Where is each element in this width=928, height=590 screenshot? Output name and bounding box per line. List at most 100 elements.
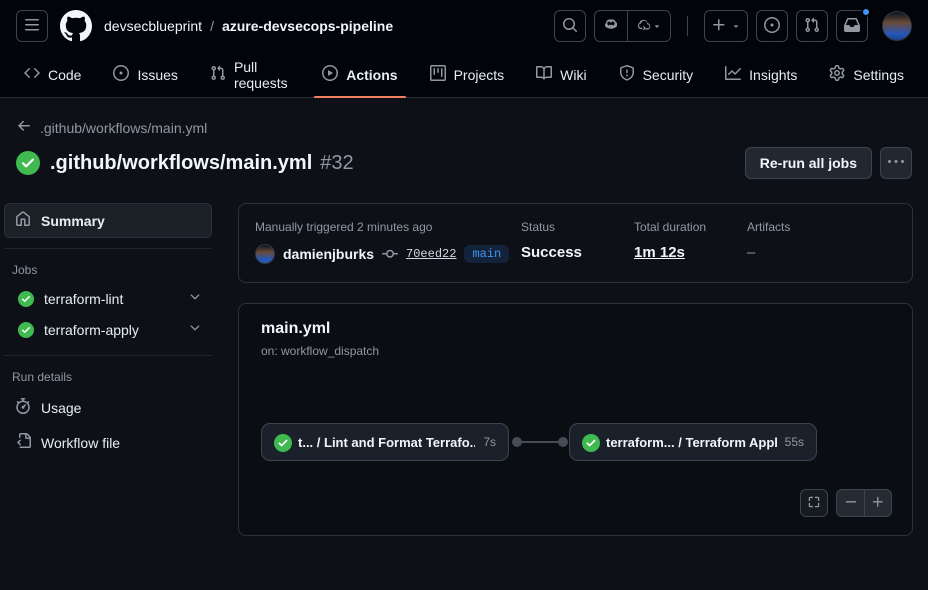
duration-value[interactable]: 1m 12s [634, 244, 747, 261]
inbox-icon [844, 17, 860, 36]
fit-view-button[interactable] [800, 489, 828, 517]
breadcrumb-owner[interactable]: devsecblueprint [104, 18, 202, 34]
copilot-chat-button[interactable] [627, 11, 670, 41]
sidebar-summary-label: Summary [41, 213, 105, 229]
commit-sha-link[interactable]: 70eed22 [406, 247, 456, 261]
tab-actions[interactable]: Actions [314, 52, 405, 97]
repo-nav-tabs: Code Issues Pull requests Actions Projec… [0, 52, 928, 98]
top-bar: devsecblueprint / azure-devsecops-pipeli… [0, 0, 928, 52]
run-sidebar: Summary Jobs terraform-lint terraform-ap… [4, 203, 212, 536]
connector-dot [558, 437, 568, 447]
workflow-file-label: Workflow file [41, 435, 120, 451]
plus-icon [711, 17, 727, 36]
tab-wiki[interactable]: Wiki [528, 52, 594, 97]
tab-label: Issues [137, 67, 177, 83]
git-pull-request-icon [210, 65, 226, 84]
sidebar-job-terraform-lint[interactable]: terraform-lint [4, 283, 212, 314]
issue-opened-icon [764, 17, 780, 36]
copilot-split-button [594, 10, 671, 42]
tab-label: Pull requests [234, 59, 290, 91]
kebab-horizontal-icon [888, 154, 904, 173]
graph-node-terraform-apply[interactable]: terraform... / Terraform Apply 55s [569, 423, 817, 461]
check-circle-icon [582, 434, 598, 450]
screen-full-icon [807, 495, 821, 512]
tab-label: Projects [454, 67, 505, 83]
sidebar-divider [4, 248, 212, 249]
tab-code[interactable]: Code [16, 52, 89, 97]
author-avatar[interactable] [255, 244, 275, 264]
github-logo-icon[interactable] [60, 10, 92, 42]
tab-label: Security [643, 67, 694, 83]
trigger-text: Manually triggered 2 minutes ago [255, 220, 521, 234]
artifacts-label: Artifacts [747, 220, 860, 234]
artifacts-value: – [747, 244, 860, 261]
notification-dot [861, 7, 871, 17]
tab-label: Actions [346, 67, 397, 83]
shield-icon [619, 65, 635, 84]
copilot-button[interactable] [595, 11, 627, 41]
notifications-inbox-button[interactable] [836, 10, 868, 42]
jobs-heading: Jobs [4, 255, 212, 283]
copilot-cloud-icon [636, 17, 652, 36]
breadcrumb-separator: / [210, 18, 214, 34]
book-icon [536, 65, 552, 84]
usage-label: Usage [41, 400, 81, 416]
more-options-button[interactable] [880, 147, 912, 179]
arrow-left-icon [16, 118, 32, 137]
check-circle-icon [274, 434, 290, 450]
sidebar-item-summary[interactable]: Summary [4, 203, 212, 238]
create-new-button[interactable] [704, 10, 748, 42]
issues-dashboard-button[interactable] [756, 10, 788, 42]
tab-settings[interactable]: Settings [821, 52, 912, 97]
graph-node-terraform-lint[interactable]: t... / Lint and Format Terrafo... 7s [261, 423, 509, 461]
project-icon [430, 65, 446, 84]
pull-requests-dashboard-button[interactable] [796, 10, 828, 42]
node-duration: 55s [785, 435, 804, 449]
workflow-file-title: main.yml [261, 320, 896, 338]
node-label: terraform... / Terraform Apply [606, 435, 777, 450]
tab-label: Wiki [560, 67, 586, 83]
sidebar-item-usage[interactable]: Usage [4, 390, 212, 425]
zoom-in-button[interactable] [864, 489, 892, 517]
sidebar-item-workflow-file[interactable]: Workflow file [4, 425, 212, 460]
status-value: Success [521, 244, 634, 261]
page-title: .github/workflows/main.yml [50, 152, 312, 175]
status-label: Status [521, 220, 634, 234]
breadcrumb-repo[interactable]: azure-devsecops-pipeline [222, 18, 393, 34]
hamburger-menu-button[interactable] [16, 10, 48, 42]
job-name: terraform-apply [44, 322, 139, 338]
chevron-down-icon[interactable] [188, 321, 202, 338]
check-circle-icon [18, 322, 34, 338]
run-summary-card: Manually triggered 2 minutes ago damienj… [238, 203, 913, 283]
file-code-icon [15, 433, 31, 452]
rerun-all-jobs-button[interactable]: Re-run all jobs [745, 147, 872, 179]
chevron-down-icon[interactable] [188, 290, 202, 307]
search-icon [562, 17, 578, 36]
tab-projects[interactable]: Projects [422, 52, 513, 97]
tab-pull-requests[interactable]: Pull requests [202, 52, 298, 97]
play-icon [322, 65, 338, 84]
header-divider [687, 16, 688, 36]
tab-security[interactable]: Security [611, 52, 702, 97]
plus-icon [871, 495, 885, 512]
author-name[interactable]: damienjburks [283, 246, 374, 262]
branch-badge[interactable]: main [464, 245, 509, 263]
issue-opened-icon [113, 65, 129, 84]
duration-label: Total duration [634, 220, 747, 234]
graph-icon [725, 65, 741, 84]
user-avatar[interactable] [882, 11, 912, 41]
minus-icon [844, 495, 858, 512]
workflow-graph-card: main.yml on: workflow_dispatch t... / Li… [238, 303, 913, 536]
zoom-out-button[interactable] [836, 489, 864, 517]
run-success-icon [16, 151, 40, 175]
tab-insights[interactable]: Insights [717, 52, 805, 97]
tab-issues[interactable]: Issues [105, 52, 185, 97]
back-to-workflow-link[interactable]: .github/workflows/main.yml [16, 118, 912, 137]
sidebar-divider [4, 355, 212, 356]
stopwatch-icon [15, 398, 31, 417]
node-label: t... / Lint and Format Terrafo... [298, 435, 475, 450]
back-path-label: .github/workflows/main.yml [40, 120, 207, 136]
search-button[interactable] [554, 10, 586, 42]
node-duration: 7s [483, 435, 496, 449]
sidebar-job-terraform-apply[interactable]: terraform-apply [4, 314, 212, 345]
